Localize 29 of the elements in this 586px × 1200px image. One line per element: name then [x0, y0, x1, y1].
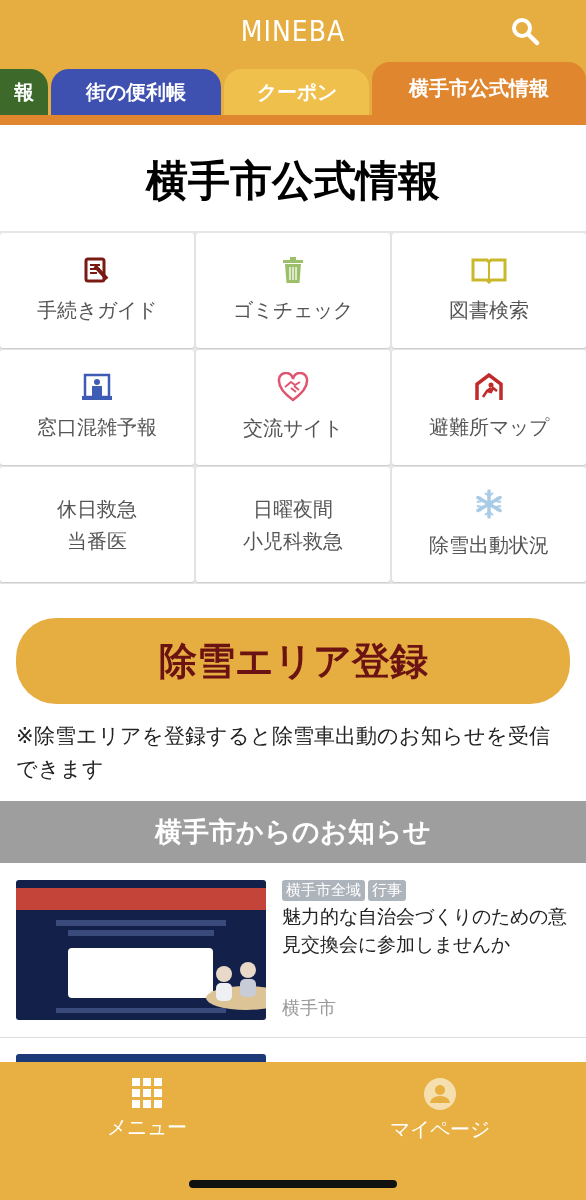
reception-counter-icon [81, 372, 113, 401]
tab[interactable]: 街の便利帳 [50, 69, 222, 115]
menu-tile[interactable]: ゴミチェック [196, 233, 390, 348]
trash-icon [281, 255, 305, 284]
user-icon [423, 1078, 456, 1110]
heart-handshake-icon [277, 371, 309, 402]
menu-tile[interactable]: 除雪出動状況 [392, 467, 586, 582]
tag: 横手市全域 [282, 880, 365, 902]
news-source: 横手市 [282, 996, 337, 1021]
tab[interactable]: 報 [0, 69, 48, 115]
page-title: 横手市公式情報 [144, 155, 441, 207]
snowflake-icon [474, 488, 504, 519]
document-pen-icon [83, 255, 111, 284]
register-button[interactable]: 除雪エリア登録 [16, 618, 570, 704]
menu-tile[interactable]: 窓口混雑予報 [0, 350, 194, 465]
menu-tile[interactable]: 休日救急 当番医 [0, 467, 194, 582]
section-header: 横手市からのお知らせ [0, 801, 586, 864]
tag: 行事 [368, 880, 406, 902]
shelter-icon [474, 372, 504, 401]
notice-text: ※除雪エリアを登録すると除雪車出動のお知らせを受信できます [16, 723, 551, 783]
menu-tile[interactable]: 避難所マップ [392, 350, 586, 465]
grid-icon [131, 1078, 162, 1108]
news-title[interactable]: 魅力的な自治会づくりのための意見交換会に参加しませんか [282, 903, 570, 959]
menu-tile[interactable]: 手続きガイド [0, 233, 194, 348]
logo: MINEBA [240, 14, 346, 48]
menu-tile[interactable]: 図書検索 [392, 233, 586, 348]
menu-tile[interactable]: 日曜夜間 小児科救急 [196, 467, 390, 582]
search-icon[interactable] [510, 16, 540, 46]
menu-tile[interactable]: 交流サイト [196, 350, 390, 465]
